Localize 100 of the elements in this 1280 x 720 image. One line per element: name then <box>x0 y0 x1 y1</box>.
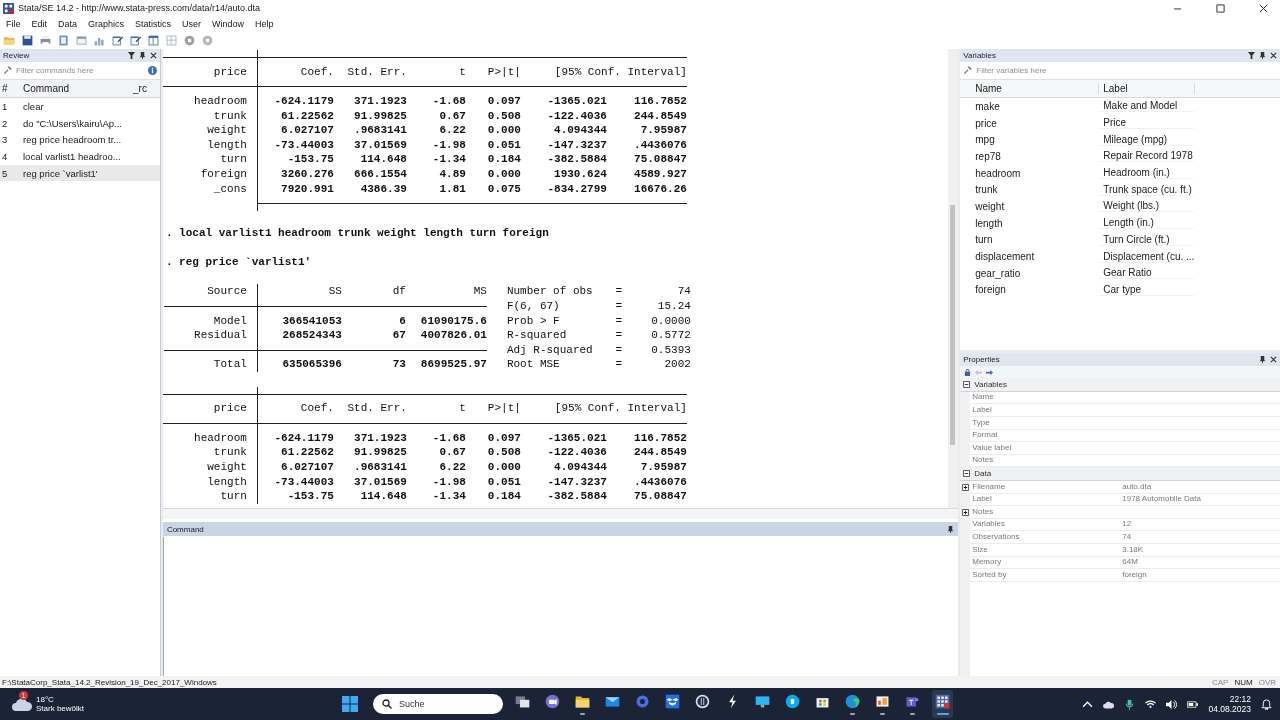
history-row[interactable]: 5 reg price `varlist1' <box>0 164 160 182</box>
search-icon <box>382 699 392 709</box>
battery-icon[interactable] <box>1187 698 1199 710</box>
taskbar-button[interactable] <box>932 690 953 718</box>
column-header[interactable]: Name <box>960 83 1100 94</box>
filter-field[interactable]: Filter variables here <box>976 66 1277 75</box>
variable-name[interactable]: rep78 <box>960 150 1100 162</box>
table-icon[interactable] <box>147 33 160 47</box>
document-icon[interactable] <box>57 33 70 47</box>
funnel-icon[interactable] <box>127 52 135 59</box>
wifi-icon[interactable] <box>1145 698 1157 710</box>
variable-name: length <box>207 138 247 151</box>
variable-name: foreign <box>200 168 247 181</box>
pin-icon[interactable] <box>947 525 955 533</box>
speaker-icon[interactable] <box>1166 698 1178 710</box>
table-cell: -153.75 <box>287 490 334 503</box>
filter-field[interactable]: Filter commands here <box>16 66 144 75</box>
pin-icon[interactable] <box>138 52 146 59</box>
box-icon <box>664 693 681 710</box>
menu-item[interactable]: Data <box>58 18 78 29</box>
table-cell: 4589.927 <box>634 168 687 181</box>
table-cell: 0.508 <box>487 446 521 459</box>
cloud-icon[interactable] <box>12 697 32 711</box>
edit-icon[interactable] <box>111 33 124 47</box>
pin-icon[interactable] <box>1259 356 1266 363</box>
menu-item[interactable]: Edit <box>31 18 48 29</box>
expander-icon[interactable] <box>961 483 969 491</box>
variable-name[interactable]: turn <box>960 234 1100 246</box>
table-header: Coef. <box>300 65 334 78</box>
menu-item[interactable]: Graphics <box>88 18 125 29</box>
column-header[interactable]: # <box>0 83 23 94</box>
start-icon[interactable] <box>342 696 358 712</box>
printer-icon[interactable] <box>39 33 52 47</box>
menu-item[interactable]: Window <box>212 18 245 29</box>
forward-arrow-icon[interactable] <box>986 368 994 376</box>
row-number: 3 <box>1 134 9 146</box>
variable-name: trunk <box>213 446 247 459</box>
microphone-icon[interactable] <box>1124 698 1136 710</box>
maximize-icon[interactable] <box>1216 3 1225 13</box>
table-cell: 3260.276 <box>281 168 334 181</box>
table-cell: 244.8549 <box>634 446 687 459</box>
close-icon[interactable] <box>1259 3 1268 13</box>
pin-icon[interactable] <box>1259 52 1266 59</box>
window-icon[interactable] <box>75 33 88 47</box>
status-indicator: NUM <box>1234 677 1253 687</box>
chevron-up-icon[interactable] <box>1082 698 1094 710</box>
variable-label: Gear Ratio <box>1099 267 1195 280</box>
wrench-icon <box>963 66 973 75</box>
variable-name[interactable]: headroom <box>960 167 1100 179</box>
variable-name[interactable]: trunk <box>960 184 1100 196</box>
history-row[interactable]: 4 local varlist1 headroo... <box>0 148 160 165</box>
close-icon[interactable] <box>1270 356 1277 363</box>
variable-name[interactable]: make <box>960 100 1100 112</box>
variable-name[interactable]: length <box>960 217 1100 229</box>
menu-item[interactable]: Statistics <box>135 18 172 29</box>
menu-item[interactable]: Help <box>255 18 274 29</box>
table-cell: 16676.26 <box>634 182 687 195</box>
clock-date[interactable]: 04.08.2023 <box>1208 704 1251 714</box>
bell-icon[interactable] <box>1261 698 1272 710</box>
history-row[interactable]: 1 clear <box>0 98 160 115</box>
variable-name[interactable]: mpg <box>960 134 1100 146</box>
history-row[interactable]: 2 do "C:\Users\kairu\Ap... <box>0 114 160 132</box>
table-cell: -1.98 <box>432 138 466 151</box>
menu-item[interactable]: User <box>182 18 202 29</box>
lock-icon[interactable] <box>964 368 972 376</box>
expander-icon[interactable] <box>961 508 969 516</box>
panel-title: Variables <box>963 51 996 60</box>
search-field[interactable]: Suche <box>373 694 503 714</box>
variable-name[interactable]: gear_ratio <box>960 267 1100 279</box>
table-header: Std. Err. <box>347 402 407 415</box>
expander-icon[interactable] <box>963 469 971 477</box>
table-cell: 61.22562 <box>281 446 334 459</box>
expander-icon[interactable] <box>963 380 971 388</box>
column-header[interactable]: Label <box>1099 83 1196 94</box>
grid-icon <box>934 693 951 710</box>
property-name: Format <box>972 430 998 440</box>
info-icon[interactable] <box>147 66 157 75</box>
menu-item[interactable]: File <box>6 18 21 29</box>
column-header[interactable]: Command <box>23 83 133 94</box>
variable-name[interactable]: price <box>960 117 1100 129</box>
scrollbar[interactable] <box>948 49 959 508</box>
history-row[interactable]: 3 reg price headroom tr... <box>0 131 160 149</box>
edit-icon[interactable] <box>129 33 142 47</box>
clock-time[interactable]: 22:12 <box>1229 694 1251 704</box>
scrollbar[interactable] <box>162 509 959 519</box>
property-value: foreign <box>1122 569 1147 579</box>
variable-name[interactable]: foreign <box>960 284 1100 296</box>
close-icon[interactable] <box>1270 52 1277 59</box>
close-icon[interactable] <box>149 52 157 59</box>
funnel-icon[interactable] <box>1248 52 1255 59</box>
table-header: SS <box>328 285 342 298</box>
save-icon[interactable] <box>21 33 34 47</box>
variable-name[interactable]: displacement <box>960 251 1100 263</box>
source-label: Residual <box>194 329 247 342</box>
table-cell: .4436076 <box>634 138 687 151</box>
stacked-windows-icon <box>514 693 531 710</box>
table-cell: 1.81 <box>439 182 466 195</box>
variable-name[interactable]: weight <box>960 200 1100 212</box>
table-cell: -73.44003 <box>274 475 334 488</box>
column-header[interactable]: _rc <box>133 83 158 94</box>
